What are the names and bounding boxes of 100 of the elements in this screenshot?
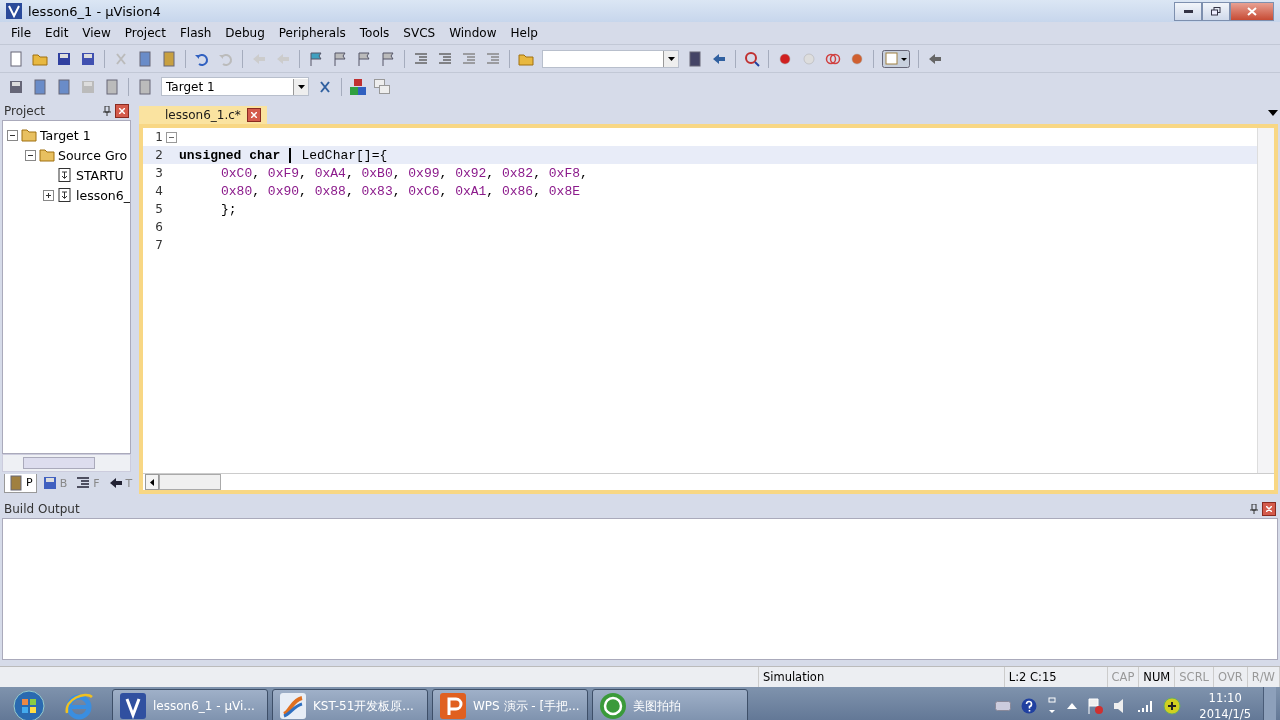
close-icon[interactable] <box>250 112 257 118</box>
menu-item[interactable]: View <box>75 24 118 42</box>
start-button[interactable] <box>10 689 48 720</box>
menu-item[interactable]: Project <box>117 24 173 42</box>
code-number: 0x86 <box>501 183 534 199</box>
target-dropdown[interactable]: Target 1 <box>161 77 309 96</box>
browser-icon[interactable] <box>64 691 94 720</box>
code-number: 0x8E <box>548 183 580 199</box>
file-tab[interactable]: lesson6_1.c* <box>139 106 267 124</box>
new-file-icon[interactable] <box>8 50 24 67</box>
line-number: 6 <box>154 220 163 234</box>
fold-icon[interactable] <box>165 131 177 143</box>
restore-icon <box>1211 6 1221 16</box>
panel-title: Project <box>4 104 47 118</box>
code-punctuation: , <box>392 165 401 181</box>
tree-item[interactable]: Target 1 <box>40 127 91 143</box>
app-icon <box>6 3 22 19</box>
code-number: 0x90 <box>267 183 300 199</box>
keyboard-icon[interactable] <box>995 701 1012 711</box>
folder-icon <box>21 128 37 142</box>
window-layout-icon[interactable] <box>882 49 910 68</box>
code-number: 0x80 <box>221 183 253 199</box>
code-punctuation: , <box>392 183 401 199</box>
presentation-icon <box>439 692 467 720</box>
find-field[interactable] <box>542 49 679 68</box>
code-punctuation: , <box>345 165 354 181</box>
code-number: 0xF8 <box>548 165 580 181</box>
flag-icon[interactable] <box>308 50 324 67</box>
vertical-scrollbar[interactable] <box>1257 128 1274 473</box>
horizontal-scrollbar[interactable] <box>143 473 1274 490</box>
menu-item[interactable]: Help <box>503 24 545 42</box>
pin-icon[interactable] <box>103 106 111 116</box>
menu-item[interactable]: Edit <box>38 24 76 42</box>
chevron-up-icon[interactable] <box>1067 703 1078 709</box>
minimize-button[interactable] <box>1174 1 1202 21</box>
dropdown-arrow-icon[interactable] <box>1268 110 1278 116</box>
save-icon[interactable] <box>56 50 72 67</box>
flag-icon[interactable] <box>1087 698 1104 714</box>
flag-icon[interactable] <box>380 50 396 67</box>
menu-item[interactable]: Window <box>442 24 504 42</box>
code-number: 0xB0 <box>361 165 393 181</box>
code-keyword: unsigned char <box>179 147 281 163</box>
menu-item[interactable]: Tools <box>352 24 397 42</box>
comment-icon[interactable] <box>461 50 477 67</box>
signal-icon[interactable] <box>1137 699 1154 713</box>
help-icon[interactable] <box>1021 698 1038 714</box>
flag-icon[interactable] <box>356 50 372 67</box>
blocks-icon[interactable] <box>350 78 366 95</box>
menu-item[interactable]: Debug <box>218 24 272 42</box>
collapse-icon[interactable] <box>7 129 18 141</box>
restore-button[interactable] <box>1202 1 1230 21</box>
show-desktop-button[interactable] <box>1263 687 1276 720</box>
code-number: 0xF9 <box>267 165 300 181</box>
file-icon <box>57 188 73 202</box>
tree-item[interactable]: Source Gro <box>58 147 128 163</box>
close-button[interactable] <box>1262 502 1276 516</box>
magnifier-icon[interactable] <box>744 50 760 67</box>
code-punctuation: , <box>533 183 541 199</box>
collapse-icon[interactable] <box>25 149 36 161</box>
menu-item[interactable]: SVCS <box>396 24 443 42</box>
code-number: 0xA1 <box>455 183 487 199</box>
plus-icon[interactable] <box>1163 697 1182 715</box>
text-cursor <box>289 147 292 163</box>
close-icon <box>119 108 125 114</box>
scrollbar-thumb[interactable] <box>159 474 221 490</box>
tree-item[interactable]: STARTU <box>76 167 124 183</box>
close-icon <box>1266 506 1272 512</box>
panel-tab[interactable]: P <box>4 473 37 493</box>
scrollbar-thumb[interactable] <box>23 457 95 469</box>
code-punctuation: , <box>299 165 307 181</box>
menu-item[interactable]: Flash <box>172 24 219 42</box>
key-indicator: SCRL <box>1179 670 1210 684</box>
window-title: lesson6_1 - µVision4 <box>28 3 161 19</box>
indent-icon[interactable] <box>413 50 429 67</box>
outdent-icon[interactable] <box>437 50 453 67</box>
pin-icon[interactable] <box>1250 504 1258 514</box>
code-punctuation: , <box>580 165 588 181</box>
code-number: 0xC6 <box>408 183 440 199</box>
code-punctuation: , <box>252 183 261 199</box>
expand-icon[interactable] <box>43 189 54 201</box>
line-number: 7 <box>154 238 163 252</box>
menu-item[interactable]: File <box>4 24 39 42</box>
horizontal-scrollbar[interactable] <box>2 454 131 472</box>
uvision-icon <box>119 692 147 720</box>
code-punctuation: , <box>345 183 354 199</box>
save-all-icon[interactable] <box>80 50 96 67</box>
key-indicator: CAP <box>1111 670 1135 684</box>
menu-item[interactable]: Peripherals <box>271 24 353 42</box>
scroll-left-icon[interactable] <box>150 478 154 486</box>
code-punctuation: , <box>533 165 541 181</box>
line-number: 5 <box>154 202 163 216</box>
caret-icon <box>297 84 305 89</box>
close-button[interactable] <box>115 104 129 118</box>
breakpoint-icon[interactable] <box>777 50 793 67</box>
close-button[interactable] <box>1230 1 1274 21</box>
code-number: 0x88 <box>314 183 346 199</box>
uncomment-icon[interactable] <box>485 50 501 67</box>
flag-icon[interactable] <box>332 50 348 67</box>
code-number: 0xA4 <box>314 165 346 181</box>
tree-item[interactable]: lesson6_ <box>76 187 130 203</box>
